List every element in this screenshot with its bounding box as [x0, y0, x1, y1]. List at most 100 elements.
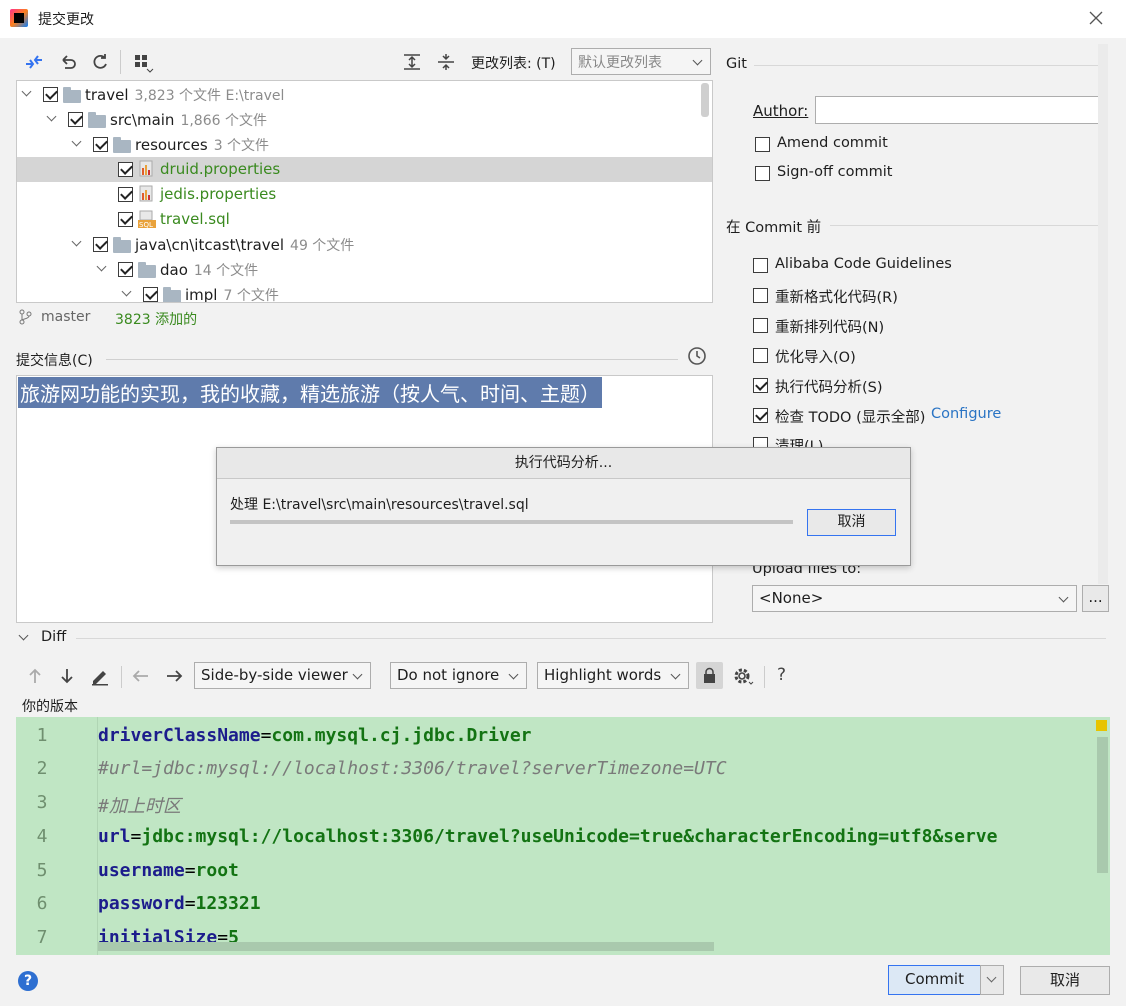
- option-label: Alibaba Code Guidelines: [775, 256, 952, 272]
- viewer-mode-dropdown[interactable]: Side-by-side viewer: [194, 662, 371, 689]
- option-label: 重新排列代码(N): [775, 320, 885, 336]
- tree-checkbox[interactable]: [68, 112, 83, 127]
- dialog-progress-bar: [230, 520, 793, 524]
- collapse-all-icon[interactable]: [436, 52, 456, 76]
- chevron-down-icon[interactable]: [21, 86, 32, 97]
- chevron-down-icon[interactable]: [71, 236, 82, 247]
- author-input[interactable]: [815, 96, 1107, 124]
- close-icon[interactable]: [1087, 9, 1105, 27]
- tree-checkbox[interactable]: [93, 137, 108, 152]
- previous-difference-icon[interactable]: [26, 666, 44, 690]
- tree-checkbox[interactable]: [143, 287, 158, 302]
- option-checkbox[interactable]: [753, 318, 768, 333]
- forward-arrow-icon[interactable]: [164, 667, 184, 689]
- history-clock-icon[interactable]: [687, 346, 707, 370]
- chevron-down-icon[interactable]: [46, 111, 57, 122]
- ignore-whitespace-dropdown[interactable]: Do not ignore: [390, 662, 527, 689]
- tree-row-java-package[interactable]: java\cn\itcast\travel 49 个文件: [17, 232, 712, 257]
- dialog-cancel-button[interactable]: 取消: [807, 509, 896, 536]
- tree-item-meta: 3,823 个文件 E:\travel: [134, 88, 285, 104]
- tree-checkbox[interactable]: [93, 237, 108, 252]
- tree-item-meta: 49 个文件: [290, 238, 355, 254]
- diff-collapse-chevron-icon[interactable]: [18, 630, 29, 641]
- amend-checkbox-box[interactable]: [755, 137, 770, 152]
- tree-row-impl[interactable]: impl 7 个文件: [17, 282, 712, 302]
- chevron-down-icon[interactable]: [96, 261, 107, 272]
- tree-row-travel[interactable]: travel 3,823 个文件 E:\travel: [17, 82, 712, 107]
- help-icon[interactable]: ?: [18, 971, 38, 991]
- tree-row-jedis-properties[interactable]: jedis.properties: [17, 182, 712, 207]
- author-label: Author:: [753, 102, 809, 120]
- option-checkbox[interactable]: [753, 258, 768, 273]
- dialog-processing-text: 处理 E:\travel\src\main\resources\travel.s…: [230, 497, 529, 513]
- show-diff-icon[interactable]: [24, 52, 44, 76]
- dialog-title-bar: 执行代码分析...: [217, 448, 910, 479]
- option-checkbox[interactable]: [753, 288, 768, 303]
- upload-value: <None>: [759, 589, 824, 607]
- changelist-dropdown[interactable]: 默认更改列表: [571, 48, 711, 75]
- line-number: 3: [36, 792, 48, 813]
- back-arrow-icon[interactable]: [131, 667, 151, 689]
- tree-row-dao[interactable]: dao 14 个文件: [17, 257, 712, 282]
- horizontal-scrollbar[interactable]: [98, 942, 714, 951]
- upload-target-dropdown[interactable]: <None>: [752, 585, 1077, 612]
- tree-row-resources[interactable]: resources 3 个文件: [17, 132, 712, 157]
- refresh-icon[interactable]: [90, 52, 110, 76]
- expand-all-icon[interactable]: [402, 52, 422, 76]
- dialog-title: 执行代码分析...: [514, 455, 613, 471]
- tree-checkbox[interactable]: [118, 212, 133, 227]
- right-panel-scrollbar[interactable]: [1098, 44, 1108, 584]
- tree-row-travel-sql[interactable]: SQL travel.sql: [17, 207, 712, 232]
- analysis-status-marker[interactable]: [1096, 720, 1107, 731]
- folder-icon: [113, 137, 131, 153]
- chevron-down-icon[interactable]: [121, 286, 132, 297]
- tree-item-meta: 14 个文件: [193, 263, 259, 279]
- tree-checkbox[interactable]: [118, 262, 133, 277]
- commit-label: Commit: [905, 970, 964, 988]
- chevron-down-icon[interactable]: [71, 136, 82, 147]
- configure-link[interactable]: Configure: [931, 406, 1001, 422]
- upload-more-button[interactable]: ...: [1082, 585, 1109, 612]
- option-label: 执行代码分析(S): [775, 380, 883, 396]
- tree-scrollbar[interactable]: [701, 83, 709, 117]
- line-number: 7: [36, 927, 48, 948]
- tree-item-label: jedis.properties: [160, 185, 277, 203]
- vertical-scrollbar[interactable]: [1097, 737, 1108, 873]
- code-line: 4 url=jdbc:mysql://localhost:3306/travel…: [16, 820, 1110, 854]
- settings-gear-icon[interactable]: [732, 666, 756, 692]
- code-line: 6 password=123321: [16, 887, 1110, 921]
- tree-item-label: resources: [135, 136, 208, 154]
- commit-button[interactable]: Commit: [888, 965, 981, 995]
- tree-item-label: dao: [160, 261, 188, 279]
- rollback-icon[interactable]: [58, 52, 78, 76]
- folder-icon: [88, 112, 106, 128]
- cancel-button[interactable]: 取消: [1020, 966, 1110, 995]
- diff-code-viewer[interactable]: 1 driverClassName=com.mysql.cj.jdbc.Driv…: [16, 717, 1110, 955]
- edit-source-icon[interactable]: [90, 666, 110, 690]
- diff-help-button[interactable]: ?: [777, 665, 786, 685]
- code-line: 2 #url=jdbc:mysql://localhost:3306/trave…: [16, 752, 1110, 786]
- highlight-mode-dropdown[interactable]: Highlight words: [537, 662, 689, 689]
- group-by-icon[interactable]: [132, 52, 154, 78]
- highlight-value: Highlight words: [544, 666, 662, 684]
- tree-row-druid-properties[interactable]: druid.properties: [17, 157, 712, 182]
- signoff-label: Sign-off commit: [777, 164, 893, 180]
- option-label: 检查 TODO (显示全部): [775, 410, 926, 426]
- tree-checkbox[interactable]: [118, 187, 133, 202]
- ignore-value: Do not ignore: [397, 666, 500, 684]
- before-commit-separator: [830, 225, 1106, 226]
- viewer-mode-value: Side-by-side viewer: [201, 666, 348, 684]
- tree-checkbox[interactable]: [118, 162, 133, 177]
- tree-row-src-main[interactable]: src\main 1,866 个文件: [17, 107, 712, 132]
- code-analysis-dialog: 执行代码分析... 处理 E:\travel\src\main\resource…: [216, 447, 911, 566]
- option-checkbox[interactable]: [753, 348, 768, 363]
- commit-message-label: 提交信息(C): [16, 353, 93, 369]
- tree-checkbox[interactable]: [43, 87, 58, 102]
- option-checkbox[interactable]: [753, 378, 768, 393]
- signoff-checkbox-box[interactable]: [755, 166, 770, 181]
- option-checkbox[interactable]: [753, 408, 768, 423]
- next-difference-icon[interactable]: [58, 666, 76, 690]
- lock-toggle[interactable]: [696, 662, 723, 689]
- line-number: 5: [36, 860, 48, 881]
- commit-options-button[interactable]: [980, 965, 1004, 995]
